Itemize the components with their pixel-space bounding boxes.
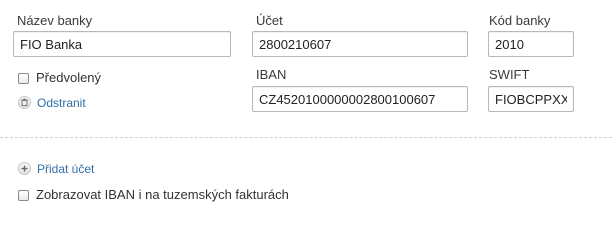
- bank-name-input[interactable]: [13, 31, 231, 57]
- bank-name-label: Název banky: [17, 13, 93, 28]
- account-label: Účet: [256, 13, 283, 28]
- trash-icon[interactable]: [18, 96, 31, 109]
- section-divider: [0, 137, 612, 138]
- bank-code-input[interactable]: [488, 31, 574, 57]
- default-checkbox-label[interactable]: Předvolený: [36, 70, 101, 86]
- bank-code-label: Kód banky: [489, 13, 551, 28]
- show-iban-checkbox-label[interactable]: Zobrazovat IBAN i na tuzemských fakturác…: [36, 187, 289, 203]
- swift-label: SWIFT: [489, 67, 530, 82]
- add-account-link[interactable]: Přidat účet: [37, 161, 94, 177]
- show-iban-checkbox[interactable]: [18, 190, 29, 201]
- remove-link[interactable]: Odstranit: [37, 95, 86, 111]
- default-checkbox[interactable]: [18, 73, 29, 84]
- account-input[interactable]: [252, 31, 468, 57]
- iban-label: IBAN: [256, 67, 287, 82]
- swift-input[interactable]: [488, 86, 574, 112]
- iban-input[interactable]: [252, 86, 468, 112]
- plus-icon[interactable]: [18, 162, 31, 175]
